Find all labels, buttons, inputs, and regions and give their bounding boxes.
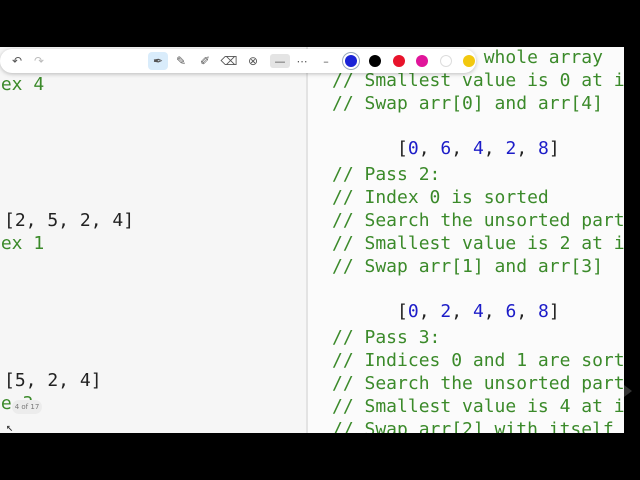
code-line: dex 1: [0, 233, 45, 254]
code-line: // Index 0 is sorted: [332, 187, 549, 208]
array-value: 4: [472, 301, 484, 322]
bracket-close: ]: [548, 301, 560, 322]
code-line: // Pass 2:: [332, 164, 441, 185]
notes-page: smalles dex 4 [2, 5, 2, 4] dex 1 d [5, 2…: [0, 47, 624, 433]
code-line: d: [0, 346, 1, 368]
array-value: 6: [440, 138, 452, 159]
code-line: // Swap arr[1] and arr[3]: [332, 256, 603, 277]
code-line: [2, 5, 2, 4]: [4, 210, 135, 231]
code-line: // Pass 3:: [332, 327, 441, 348]
array-value: 4: [472, 138, 484, 159]
separator: ,: [451, 138, 473, 159]
code-line: // Search the unsorted part: [332, 373, 624, 394]
separator: ,: [483, 138, 506, 159]
code-line: // Smallest value is 2 at index 3: [332, 233, 624, 254]
page-indicator: 4 of 17: [12, 400, 42, 414]
color-swatch-red[interactable]: [393, 55, 405, 67]
array-value: 8: [538, 301, 549, 322]
code-line: [5, 2, 4]: [4, 370, 102, 391]
code-line: dex 4: [0, 74, 45, 95]
code-line: // Swap arr[2] with itself: [332, 419, 614, 433]
array-value: 2: [440, 301, 452, 322]
lasso-tool-icon[interactable]: ⊗: [244, 52, 262, 70]
separator: ,: [451, 301, 473, 322]
eraser-tool-icon[interactable]: ⌫: [220, 52, 238, 70]
code-line: // Smallest value is 0 at index 4: [332, 70, 624, 91]
line-style-solid-button[interactable]: —: [270, 54, 290, 68]
separator: ,: [418, 301, 441, 322]
bracket-open: [: [397, 138, 408, 159]
code-line: // Smallest value is 4 at index 2: [332, 396, 624, 417]
markup-toolbar: ↶ ↷ ✒ ✎ ✐ ⌫ ⊗ — ⋯ –: [0, 49, 476, 73]
scroll-arrow-icon: [624, 385, 632, 397]
color-swatch-pink[interactable]: [416, 55, 428, 67]
undo-icon[interactable]: ↶: [10, 52, 24, 70]
array-value: 0: [407, 138, 419, 159]
line-style-thin-button[interactable]: –: [318, 54, 334, 68]
color-swatch-yellow[interactable]: [463, 55, 475, 67]
bracket-open: [: [397, 301, 408, 322]
color-swatch-black[interactable]: [369, 55, 381, 67]
array-value: 2: [505, 138, 517, 159]
redo-icon[interactable]: ↷: [32, 52, 46, 70]
pen-tool-icon[interactable]: ✒: [148, 52, 168, 70]
separator: ,: [483, 301, 506, 322]
array-value: 0: [407, 301, 419, 322]
array-value: 6: [505, 301, 517, 322]
separator: ,: [418, 138, 441, 159]
separator: ,: [516, 138, 538, 159]
bracket-close: ]: [548, 138, 560, 159]
right-code-pane: // Search the whole array // Smallest va…: [308, 47, 624, 433]
color-swatch-blue[interactable]: [345, 55, 357, 67]
cursor-icon: ↖: [6, 420, 14, 434]
color-swatch-white[interactable]: [440, 55, 452, 67]
array-value: 8: [538, 138, 549, 159]
code-line: // Search the unsorted part: [332, 210, 624, 231]
code-line: // Indices 0 and 1 are sorted: [332, 350, 624, 371]
pencil-tool-icon[interactable]: ✎: [172, 52, 190, 70]
separator: ,: [516, 301, 538, 322]
highlighter-tool-icon[interactable]: ✐: [196, 52, 214, 70]
left-code-pane: smalles dex 4 [2, 5, 2, 4] dex 1 d [5, 2…: [0, 47, 306, 433]
line-style-dotted-button[interactable]: ⋯: [294, 54, 310, 68]
code-line: // Swap arr[0] and arr[4]: [332, 93, 603, 114]
